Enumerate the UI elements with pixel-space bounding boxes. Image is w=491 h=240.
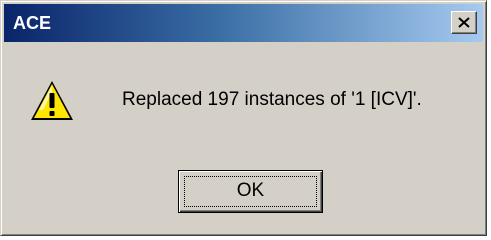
window-title: ACE	[13, 13, 52, 33]
close-icon	[458, 17, 470, 28]
close-button[interactable]	[451, 11, 477, 34]
warning-icon	[31, 81, 73, 120]
title-bar[interactable]: ACE	[4, 4, 483, 42]
message-text: Replaced 197 instances of '1 [ICV]'.	[122, 89, 422, 110]
ok-button[interactable]: OK	[178, 170, 323, 213]
message-dialog: ACE Replaced 197 instances of '1 [ICV]'.…	[0, 0, 487, 236]
ok-button-label: OK	[236, 180, 265, 201]
